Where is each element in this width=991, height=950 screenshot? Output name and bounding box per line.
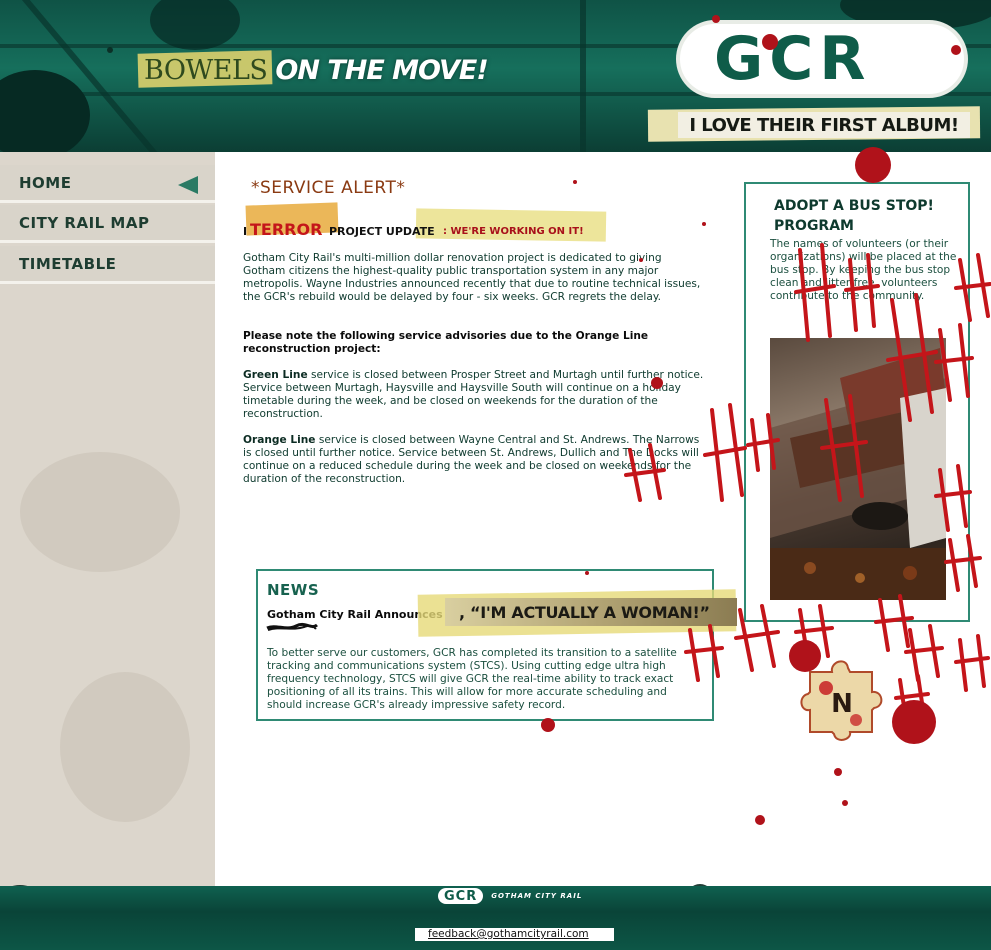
headline-overlay-quote: , “I'M ACTUALLY A WOMAN!”: [459, 602, 710, 622]
paper-stain: [20, 452, 180, 572]
slogan-text: ON THE MOVE!: [275, 55, 488, 86]
adopt-bus-stop-text: The names of volunteers (or their organi…: [770, 238, 957, 302]
nav-item-label: HOME: [19, 173, 72, 192]
gcr-logo[interactable]: GCR: [676, 20, 968, 98]
nav-item-city-rail-map[interactable]: CITY RAIL MAP: [0, 205, 215, 243]
advisory-heading: Please note the following service adviso…: [243, 330, 649, 355]
alert-intro-text: Gotham City Rail's multi-million dollar …: [243, 252, 701, 303]
project-update-suffix: : WE'RE WORKING ON IT!: [443, 226, 584, 237]
puzzle-letter: N: [831, 689, 853, 719]
gcr-logo-inner: GCR: [688, 24, 956, 94]
green-line-name: Green Line: [243, 369, 308, 381]
news-headline-link[interactable]: Gotham City Rail Announces: [267, 608, 443, 621]
green-line-text: service is closed between Prosper Street…: [243, 369, 704, 420]
news-body-text: To better serve our customers, GCR has c…: [267, 647, 677, 711]
header-ink-blot: [0, 70, 90, 152]
logo-text: GCR: [714, 24, 872, 94]
orange-line-advisory: Orange Line service is closed between Wa…: [243, 434, 705, 486]
news-title: NEWS: [267, 581, 320, 599]
footer-logo-box: GCR: [438, 888, 484, 904]
tagline-strip: I LOVE THEIR FIRST ALBUM!: [678, 112, 970, 138]
tagline: I LOVE THEIR FIRST ALBUM!: [689, 114, 959, 136]
nav-item-label: TIMETABLE: [19, 254, 117, 273]
footer-brand-name: GOTHAM CITY RAIL: [491, 892, 583, 900]
project-update-label: PROJECT UPDATE: [329, 225, 435, 238]
nav-item-home[interactable]: HOME: [0, 165, 215, 203]
bench-illustration: [770, 348, 946, 600]
service-alert-title: *SERVICE ALERT*: [251, 178, 406, 198]
header-slogan: BOWELS ON THE MOVE!: [137, 50, 489, 88]
footer-logo[interactable]: GCR GOTHAM CITY RAIL: [438, 888, 582, 904]
headline-overlay-strip: , “I'M ACTUALLY A WOMAN!”: [445, 598, 737, 626]
slogan-graffiti-word: BOWELS: [144, 55, 268, 86]
feedback-email-link[interactable]: feedback@gothamcityrail.com: [428, 928, 589, 941]
orange-line-name: Orange Line: [243, 434, 316, 446]
green-line-advisory: Green Line service is closed between Pro…: [243, 369, 705, 421]
graffiti-terror-word: TERROR: [250, 220, 323, 239]
paper-stain: [60, 672, 190, 822]
puzzle-piece-icon: N: [800, 660, 883, 741]
header-rail-line: [580, 0, 586, 152]
bus-bench-photo: [770, 338, 946, 600]
header-ink-blot: [150, 0, 240, 50]
adopt-bus-stop-title[interactable]: ADOPT A BUS STOP! PROGRAM: [774, 196, 964, 236]
footer-logo-text: GCR: [444, 888, 478, 904]
nav-item-label: CITY RAIL MAP: [19, 213, 150, 232]
active-arrow-icon: [178, 176, 198, 194]
update-prefix: I: [243, 225, 248, 238]
scribble-scratch: [266, 622, 318, 631]
nav-item-timetable[interactable]: TIMETABLE: [0, 246, 215, 284]
